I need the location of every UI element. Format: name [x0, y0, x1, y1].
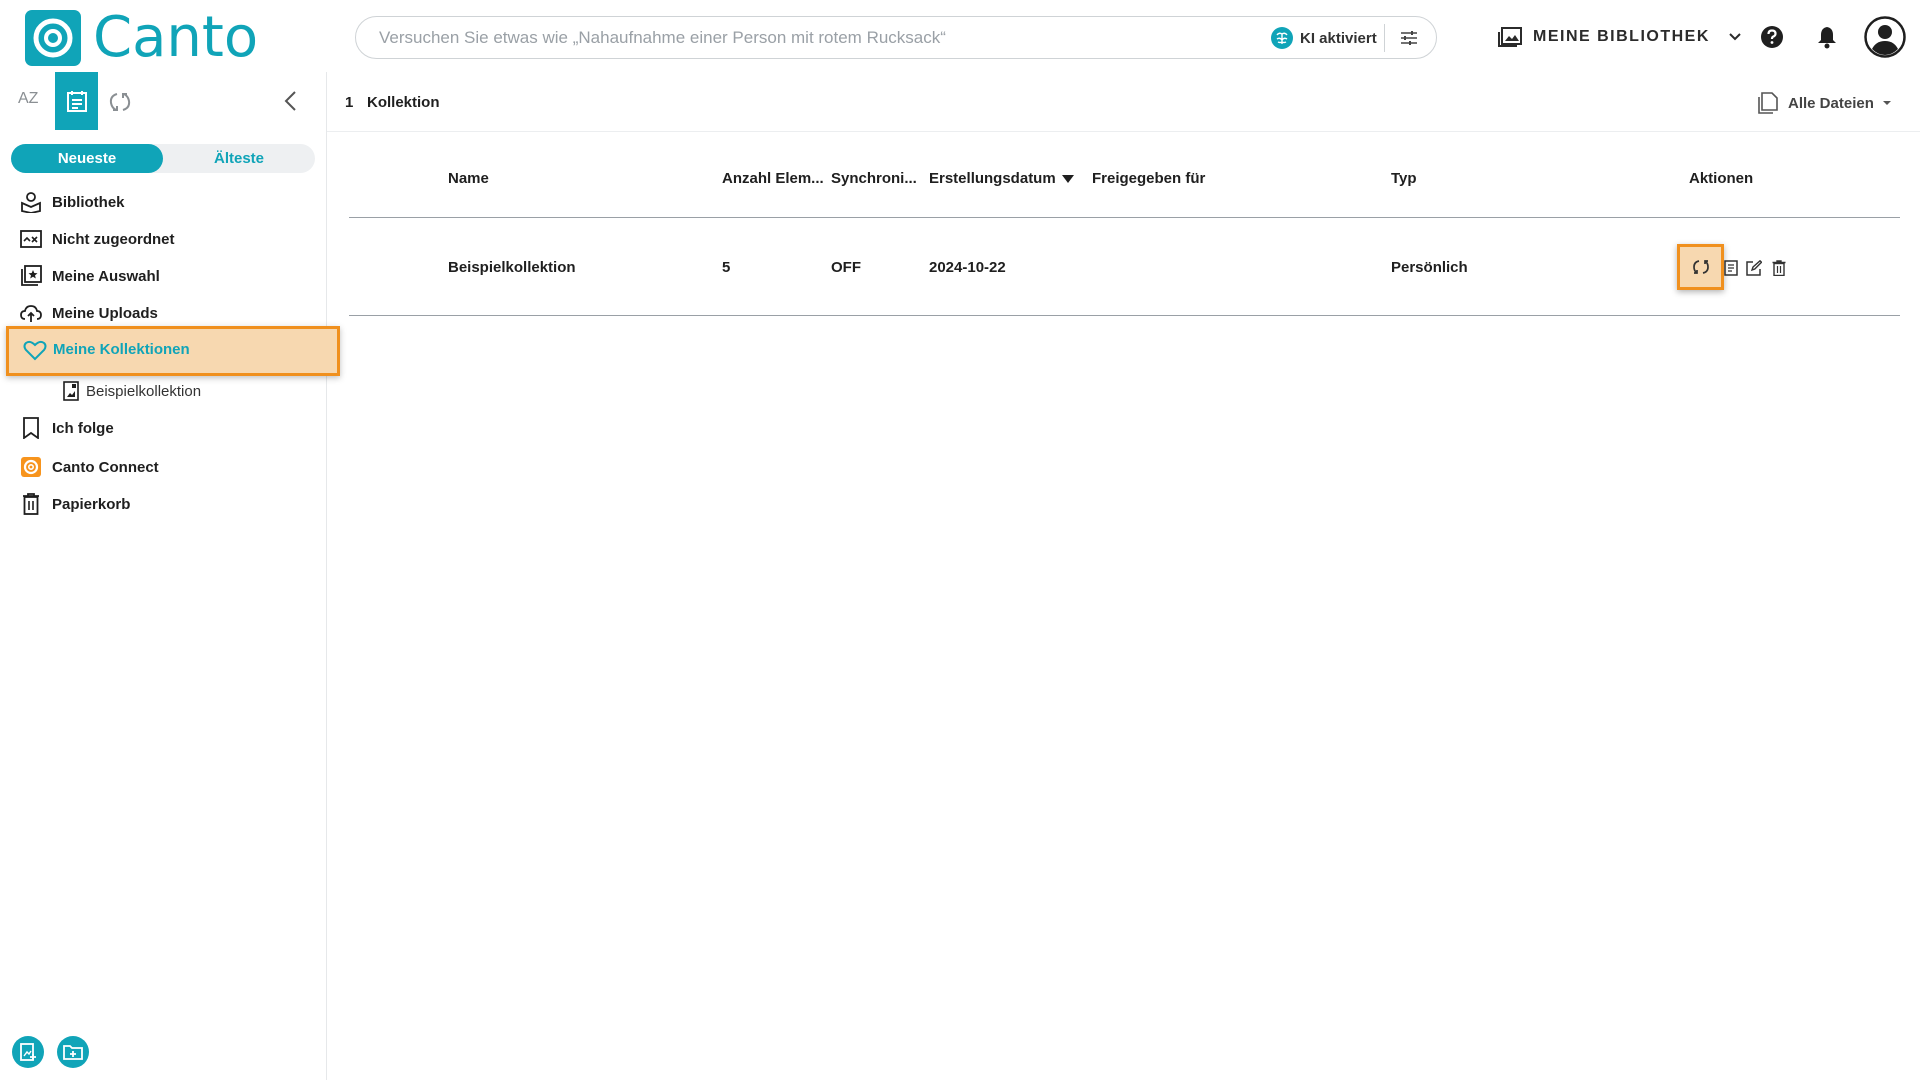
- heart-icon: [23, 339, 47, 361]
- share-icon[interactable]: [1724, 260, 1738, 276]
- cell-type: Persönlich: [1391, 259, 1468, 276]
- column-header-shared[interactable]: Freigegeben für: [1092, 170, 1205, 187]
- column-header-count[interactable]: Anzahl Elem...: [722, 170, 824, 187]
- sidebar-item-canto-connect[interactable]: Canto Connect: [20, 454, 159, 480]
- canto-logo[interactable]: Canto: [25, 10, 258, 66]
- upload-icon: [20, 302, 42, 324]
- cell-date: 2024-10-22: [929, 259, 1006, 276]
- delete-icon[interactable]: [1772, 260, 1786, 276]
- cell-name[interactable]: Beispielkollektion: [448, 259, 576, 276]
- sidebar-item-nicht-zugeordnet[interactable]: Nicht zugeordnet: [20, 226, 175, 252]
- sidebar-item-label: Meine Kollektionen: [53, 341, 190, 358]
- date-sort-tab[interactable]: [55, 72, 98, 130]
- search-input[interactable]: [379, 17, 1259, 58]
- canto-connect-icon: [20, 456, 42, 478]
- sync-tab-icon[interactable]: [107, 90, 133, 114]
- sync-button[interactable]: [1677, 244, 1724, 290]
- sidebar-item-meine-uploads[interactable]: Meine Uploads: [20, 300, 158, 326]
- library-switcher-button[interactable]: MEINE BIBLIOTHEK: [1497, 24, 1742, 50]
- add-collection-icon: [19, 1042, 37, 1062]
- collection-icon: [63, 381, 79, 401]
- filter-sliders-icon[interactable]: [1399, 28, 1419, 48]
- sidebar-item-ich-folge[interactable]: Ich folge: [20, 415, 114, 441]
- sidebar-item-bibliothek[interactable]: Bibliothek: [20, 189, 125, 215]
- sync-icon: [1691, 258, 1711, 276]
- cell-sync: OFF: [831, 259, 861, 276]
- library-label: MEINE BIBLIOTHEK: [1533, 28, 1710, 45]
- sort-desc-icon: [1061, 174, 1074, 183]
- sidebar-item-label: Nicht zugeordnet: [52, 230, 175, 248]
- column-header-actions: Aktionen: [1689, 170, 1754, 187]
- search-bar: KI aktiviert: [355, 16, 1437, 59]
- help-icon[interactable]: [1760, 25, 1784, 49]
- sidebar-subitem-label: Beispielkollektion: [86, 382, 202, 400]
- table-header: Name Anzahl Elem... Synchroni... Erstell…: [349, 132, 1900, 218]
- add-folder-icon: [63, 1043, 83, 1061]
- collection-count-label: Kollektion: [367, 94, 440, 111]
- sidebar-item-label: Ich folge: [52, 419, 114, 437]
- library-person-icon: [20, 191, 42, 213]
- app-header: Canto KI aktiviert: [0, 0, 1920, 72]
- column-header-name[interactable]: Name: [448, 170, 489, 187]
- canto-logo-mark-icon: [25, 10, 81, 66]
- selection-star-icon: [20, 265, 42, 287]
- cell-count: 5: [722, 259, 731, 276]
- bell-icon[interactable]: [1816, 25, 1838, 49]
- ai-label: KI aktiviert: [1300, 29, 1377, 47]
- sort-newest-button[interactable]: Neueste: [11, 144, 163, 173]
- column-header-sync[interactable]: Synchroni...: [831, 170, 917, 187]
- sidebar-item-meine-kollektionen[interactable]: Meine Kollektionen: [6, 326, 340, 376]
- column-header-date[interactable]: Erstellungsdatum: [929, 170, 1074, 187]
- sidebar-item-label: Meine Uploads: [52, 304, 158, 322]
- sort-az-tab[interactable]: AZ: [18, 90, 38, 108]
- sort-oldest-button[interactable]: Älteste: [163, 144, 315, 173]
- trash-icon: [20, 493, 42, 515]
- column-header-type[interactable]: Typ: [1391, 170, 1417, 187]
- user-avatar-icon[interactable]: [1864, 16, 1906, 58]
- sidebar-item-label: Bibliothek: [52, 193, 125, 211]
- all-files-dropdown[interactable]: Alle Dateien: [1757, 92, 1892, 114]
- content-toolbar: 1 Kollektion Alle Dateien: [327, 72, 1920, 132]
- add-collection-button[interactable]: [12, 1036, 44, 1068]
- column-header-date-label: Erstellungsdatum: [929, 170, 1056, 187]
- sidebar-item-papierkorb[interactable]: Papierkorb: [20, 491, 130, 517]
- collection-count: 1: [345, 94, 354, 111]
- edit-icon[interactable]: [1746, 260, 1762, 276]
- all-files-label: Alle Dateien: [1788, 94, 1874, 112]
- chevron-down-icon: [1728, 32, 1742, 42]
- sidebar-item-label: Canto Connect: [52, 458, 159, 476]
- library-icon: [1497, 26, 1523, 48]
- bookmark-icon: [20, 417, 42, 439]
- brain-icon: [1270, 26, 1294, 50]
- search-divider: [1384, 24, 1385, 52]
- caret-down-icon: [1882, 100, 1892, 106]
- logo-text: Canto: [93, 5, 259, 70]
- sidebar-item-label: Papierkorb: [52, 495, 131, 513]
- unassigned-icon: [20, 228, 42, 250]
- main-content: 1 Kollektion Alle Dateien Name Anzahl El…: [327, 72, 1920, 1080]
- sidebar-subitem-beispielkollektion[interactable]: Beispielkollektion: [63, 381, 201, 401]
- collapse-sidebar-icon[interactable]: [283, 90, 299, 112]
- ai-toggle[interactable]: KI aktiviert: [1270, 25, 1377, 51]
- calendar-icon: [66, 89, 88, 113]
- table-row[interactable]: Beispielkollektion 5 OFF 2024-10-22 Pers…: [349, 218, 1900, 316]
- sort-segment: Neueste Älteste: [11, 144, 315, 173]
- sidebar-item-label: Meine Auswahl: [52, 267, 160, 285]
- sidebar: AZ Neueste Älteste Bibliothek Nicht zuge…: [0, 72, 340, 1080]
- sidebar-item-meine-auswahl[interactable]: Meine Auswahl: [20, 263, 160, 289]
- files-icon: [1757, 92, 1779, 114]
- add-folder-button[interactable]: [57, 1036, 89, 1068]
- sidebar-tabs: AZ: [0, 72, 326, 130]
